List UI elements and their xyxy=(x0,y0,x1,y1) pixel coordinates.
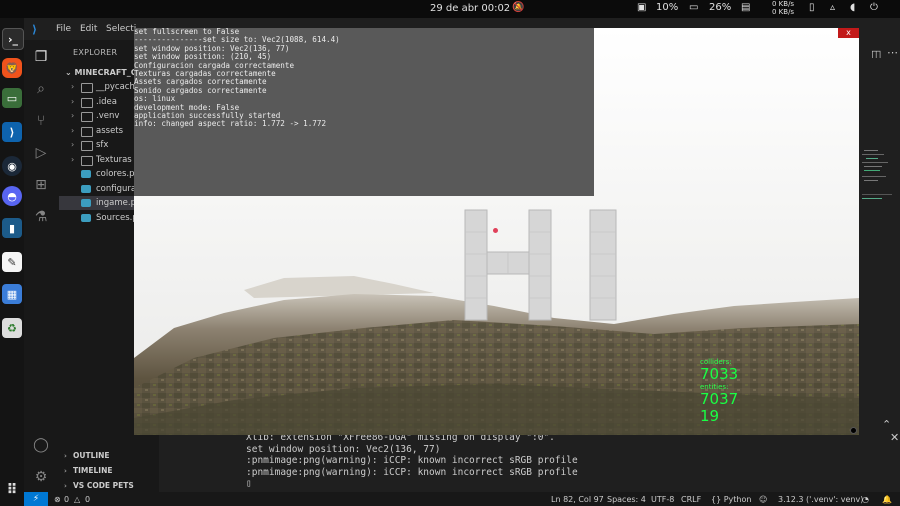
notifications-off-icon[interactable]: 🔕 xyxy=(512,2,524,13)
net-up: 0 KB/s xyxy=(772,8,795,16)
notifications-bell-icon[interactable]: 🔔 xyxy=(882,495,892,504)
terminal-output[interactable]: Xlib: extension "XFree86-DGA" missing on… xyxy=(246,432,900,492)
menu-edit[interactable]: Edit xyxy=(80,24,97,34)
net-down: 0 KB/s xyxy=(772,0,795,8)
section-timeline[interactable]: › TIMELINE xyxy=(59,464,159,478)
run-debug-icon[interactable]: ▷ xyxy=(32,144,50,162)
folder-icon xyxy=(81,83,93,93)
application-dock: ›_ 🦁 ▭ ⟩ ◉ ◓ ▮ ✎ ▦ ♻ ⠿ xyxy=(0,18,24,506)
copilot-icon[interactable]: ☺ xyxy=(759,495,767,504)
line-ending[interactable]: CRLF xyxy=(681,495,701,504)
clipboard-icon[interactable]: ▯ xyxy=(809,2,815,13)
chevron-right-icon: › xyxy=(64,452,67,460)
volume-icon[interactable]: ◖ xyxy=(850,2,855,13)
errors-icon[interactable]: ⊗ xyxy=(54,495,61,504)
chevron-right-icon: › xyxy=(71,140,75,149)
activity-bar: ❐ ⌕ ⑂ ▷ ⊞ ⚗ ◯ ⚙ xyxy=(24,40,59,492)
crosshair xyxy=(493,228,498,233)
folder-icon xyxy=(81,155,93,166)
terminal-line: :pnmimage:png(warning): iCCP: known inco… xyxy=(246,466,578,478)
language-mode[interactable]: {} Python xyxy=(711,495,751,504)
system-top-bar: 29 de abr 00:02 🔕 ▣ 10% ▭ 26% ▤ 0 KB/s 0… xyxy=(0,0,900,18)
account-icon[interactable]: ◯ xyxy=(32,436,50,454)
folder-icon xyxy=(81,141,93,151)
memory-icon: ▤ xyxy=(741,2,751,13)
testing-icon[interactable]: ⚗ xyxy=(32,208,50,226)
python-file-icon xyxy=(81,213,91,222)
search-icon[interactable]: ⌕ xyxy=(32,80,50,98)
minimap[interactable] xyxy=(860,58,900,208)
settings-gear-icon[interactable]: ⚙ xyxy=(32,468,50,486)
python-interpreter[interactable]: 3.12.3 ('.venv': venv) xyxy=(778,495,863,504)
discord-icon[interactable]: ◓ xyxy=(2,186,22,206)
status-bar: ⚡ ⊗ 0 △ 0 Ln 82, Col 97 Spaces: 4 UTF-8 … xyxy=(24,492,900,506)
battery-level: 26% xyxy=(709,2,732,13)
chevron-right-icon: › xyxy=(71,96,75,106)
python-file-icon xyxy=(81,170,91,178)
section-outline[interactable]: › OUTLINE xyxy=(59,449,159,463)
maximize-panel-icon[interactable]: ⌃ xyxy=(882,418,891,431)
extensions-icon[interactable]: ⊞ xyxy=(32,176,50,194)
game-window[interactable]: set fullscreen to False ---------------se… xyxy=(134,28,859,435)
network-icon[interactable]: ▵ xyxy=(830,2,835,13)
menu-selection[interactable]: Selecti xyxy=(106,24,136,34)
chevron-right-icon: › xyxy=(71,82,75,91)
cursor-position[interactable]: Ln 82, Col 97 xyxy=(551,495,604,504)
terminal-line: set window position: Vec2(136, 77) xyxy=(246,443,441,455)
terminal-icon[interactable]: ›_ xyxy=(2,28,24,50)
chevron-right-icon: › xyxy=(71,154,75,164)
console-line: Sonido cargados correctamente xyxy=(134,85,267,95)
software-icon[interactable]: ▦ xyxy=(2,284,22,304)
errors-count[interactable]: 0 xyxy=(64,495,69,504)
menu-file[interactable]: File xyxy=(56,24,71,34)
warnings-icon[interactable]: △ xyxy=(74,495,80,504)
folder-icon xyxy=(81,112,93,122)
power-icon[interactable]: ⏻ xyxy=(870,2,878,13)
terminal-cursor: ▯ xyxy=(246,478,252,489)
show-apps-icon[interactable]: ⠿ xyxy=(2,480,22,500)
section-vscode-pets[interactable]: › VS CODE PETS xyxy=(59,479,159,493)
clock[interactable]: 29 de abr 00:02 xyxy=(430,3,510,14)
warnings-count[interactable]: 0 xyxy=(85,495,90,504)
chevron-right-icon: › xyxy=(71,125,75,135)
brave-browser-icon[interactable]: 🦁 xyxy=(2,58,22,78)
debug-console: set fullscreen to False ---------------se… xyxy=(134,28,594,196)
trash-icon[interactable]: ♻ xyxy=(2,318,22,338)
console-line: info: changed aspect ratio: 1.772 -> 1.7… xyxy=(134,119,327,129)
cpu-usage: 10% xyxy=(656,2,679,13)
chevron-right-icon: › xyxy=(64,482,67,490)
terminal-line: :pnmimage:png(warning): iCCP: known inco… xyxy=(246,455,578,466)
encoding[interactable]: UTF-8 xyxy=(651,495,674,504)
text-editor-icon[interactable]: ✎ xyxy=(2,252,22,272)
explorer-icon[interactable]: ❐ xyxy=(32,48,50,66)
cog-menu-icon[interactable] xyxy=(850,427,857,434)
remote-indicator-icon[interactable]: ⚡ xyxy=(24,492,48,506)
source-control-icon[interactable]: ⑂ xyxy=(32,112,50,130)
vscode-logo-icon: ⟩ xyxy=(32,23,38,36)
battery-icon: ▭ xyxy=(689,2,699,13)
app-icon[interactable]: ▮ xyxy=(2,218,22,238)
game-close-button[interactable]: x xyxy=(838,28,859,38)
entities-count: 7037 xyxy=(700,390,739,408)
debug-stats: colliders: 7033 entities: 7037 19 xyxy=(700,358,738,425)
files-icon[interactable]: ▭ xyxy=(2,88,22,108)
chevron-right-icon: › xyxy=(64,467,67,475)
python-file-icon xyxy=(81,199,91,207)
indentation[interactable]: Spaces: 4 xyxy=(607,495,646,504)
folder-icon xyxy=(81,126,93,137)
chevron-right-icon: › xyxy=(71,111,75,120)
vscode-icon[interactable]: ⟩ xyxy=(2,122,22,142)
steam-icon[interactable]: ◉ xyxy=(2,156,22,176)
network-speed: 0 KB/s 0 KB/s xyxy=(772,0,794,16)
folder-icon xyxy=(81,97,93,108)
fps-counter: 19 xyxy=(700,407,720,425)
explorer-title: EXPLORER xyxy=(73,48,118,57)
feedback-icon[interactable]: ◔ xyxy=(862,495,869,504)
colliders-count: 7033 xyxy=(700,365,739,383)
cpu-icon: ▣ xyxy=(637,2,647,13)
python-file-icon xyxy=(81,184,91,193)
